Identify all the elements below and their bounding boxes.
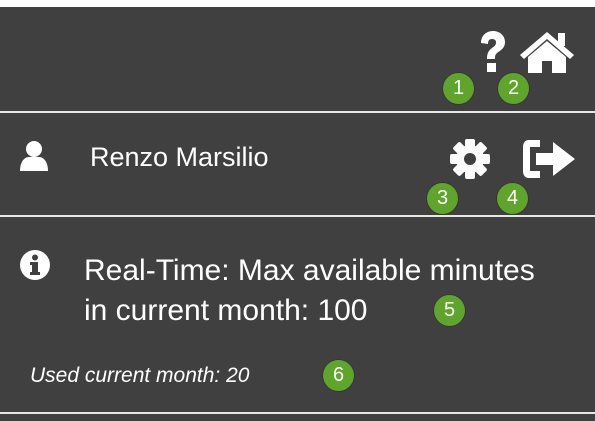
home-icon[interactable] xyxy=(518,30,576,74)
logout-callout-badge: 4 xyxy=(497,183,528,214)
user-name: Renzo Marsilio xyxy=(90,142,269,172)
realtime-limit-text: Real-Time: Max available minutes in curr… xyxy=(84,251,594,331)
used-minutes-callout-badge: 6 xyxy=(323,360,354,391)
home-callout-badge: 2 xyxy=(498,73,529,104)
used-minutes-text: Used current month: 20 xyxy=(30,364,250,387)
gear-icon[interactable] xyxy=(447,136,493,182)
max-minutes-callout-badge: 5 xyxy=(434,295,465,326)
help-icon[interactable] xyxy=(476,30,508,74)
user-panel: 1 2 Renzo Marsilio 3 4 Real-Time: Max av… xyxy=(0,0,595,421)
header-divider xyxy=(0,111,595,113)
bottom-divider xyxy=(0,412,595,414)
realtime-limit-line-2: in current month: 100 xyxy=(84,294,368,327)
logout-icon[interactable] xyxy=(520,136,578,182)
settings-callout-badge: 3 xyxy=(427,183,458,214)
realtime-limit-line-1: Real-Time: Max available minutes xyxy=(84,254,535,287)
help-callout-badge: 1 xyxy=(443,73,474,104)
user-divider xyxy=(0,215,595,217)
top-border xyxy=(0,0,595,7)
info-icon xyxy=(20,250,50,280)
user-icon xyxy=(20,141,48,171)
